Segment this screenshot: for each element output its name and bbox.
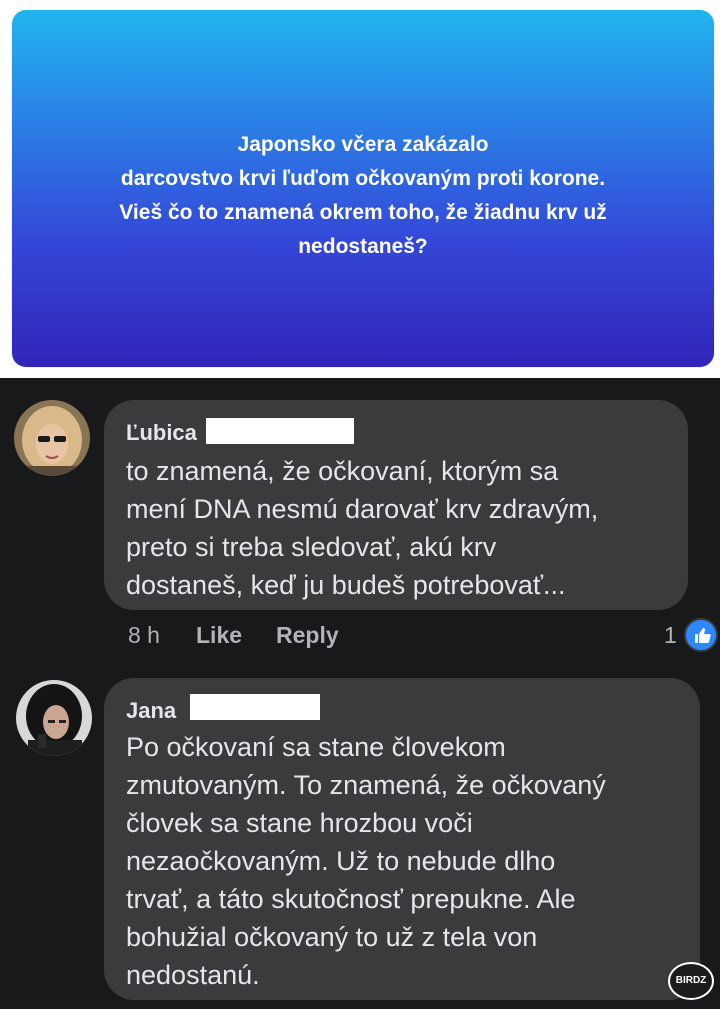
post-text-line: darcovstvo krvi ľuďom očkovaným proti ko…	[120, 167, 606, 190]
reply-button[interactable]: Reply	[276, 622, 339, 649]
name-redaction	[190, 694, 320, 720]
comment-actions: 8 h Like Reply	[128, 622, 428, 652]
avatar[interactable]	[14, 400, 90, 476]
post-image-card: Japonsko včera zakázalo darcovstvo krvi …	[12, 10, 714, 367]
reaction-count[interactable]: 1	[664, 622, 677, 649]
thumbs-up-icon[interactable]	[684, 618, 718, 652]
avatar[interactable]	[16, 680, 92, 756]
like-button[interactable]: Like	[196, 622, 242, 649]
comment-text-line: preto si treba sledovať, akú krv	[126, 532, 497, 562]
comment-text-line: Po očkovaní sa stane človekom	[126, 732, 506, 762]
comment-bubble: Ľubica to znamená, že očkovaní, ktorým s…	[104, 400, 688, 610]
comment-text-line: zmutovaným. To znamená, že očkovaný	[126, 770, 606, 800]
comment-text-line: dostaneš, keď ju budeš potrebovať...	[126, 570, 566, 600]
comment-bubble: Jana Po očkovaní sa stane človekom zmuto…	[104, 678, 700, 1000]
post-text-line: Vieš čo to znamená okrem toho, že žiadnu…	[119, 201, 607, 224]
comment-author[interactable]: Jana	[126, 698, 176, 724]
post-text-line: nedostaneš?	[298, 235, 428, 258]
comment-author[interactable]: Ľubica	[126, 420, 197, 446]
shared-post-frame: Japonsko včera zakázalo darcovstvo krvi …	[0, 0, 720, 378]
comment-timestamp[interactable]: 8 h	[128, 622, 160, 649]
post-text-line: Japonsko včera zakázalo	[237, 133, 489, 156]
comment-text: Po očkovaní sa stane človekom zmutovaným…	[126, 728, 606, 994]
comment-text-line: mení DNA nesmú darovať krv zdravým,	[126, 494, 599, 524]
comments-section: Ľubica to znamená, že očkovaní, ktorým s…	[0, 378, 720, 1009]
post-text: Japonsko včera zakázalo darcovstvo krvi …	[52, 128, 674, 264]
comment-text: to znamená, že očkovaní, ktorým sa mení …	[126, 452, 598, 604]
comment-text-line: to znamená, že očkovaní, ktorým sa	[126, 456, 559, 486]
comment-text-line: nezaočkovaným. Už to nebude dlho	[126, 846, 556, 876]
name-redaction	[206, 418, 354, 444]
comment-text-line: bohužial očkovaný to už z tela von	[126, 922, 538, 952]
comment-text-line: trvať, a táto skutočnosť prepukne. Ale	[126, 884, 576, 914]
comment-text-line: nedostanú.	[126, 960, 260, 990]
comment-text-line: človek sa stane hrozbou voči	[126, 808, 473, 838]
watermark-logo: BIRDZ	[668, 962, 714, 1000]
